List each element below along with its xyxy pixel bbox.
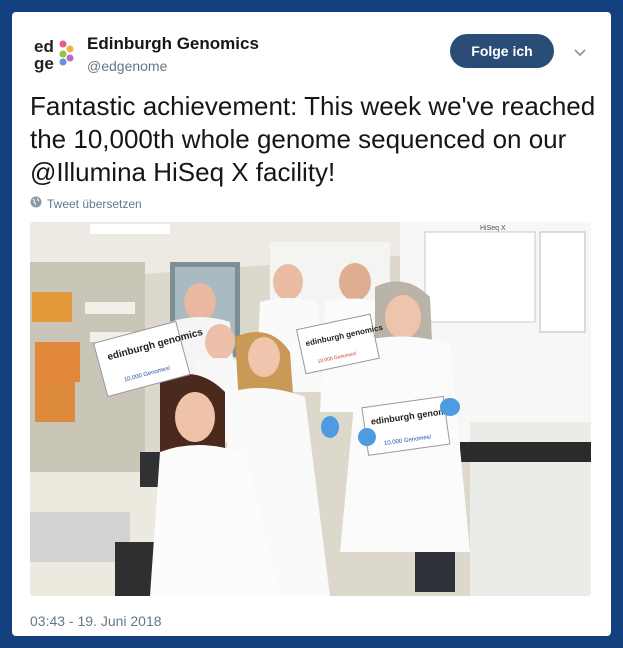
tweet-card: ed ge Edinburgh Genomics @edgenome Folge… [12, 12, 611, 636]
avatar[interactable]: ed ge [30, 32, 76, 78]
translate-label: Tweet übersetzen [47, 196, 142, 211]
tweet-timestamp[interactable]: 03:43 - 19. Juni 2018 [30, 613, 162, 629]
globe-icon [30, 196, 42, 211]
avatar-text-2: ge [34, 54, 54, 73]
follow-button[interactable]: Folge ich [450, 34, 554, 68]
tweet-text: Fantastic achievement: This week we've r… [30, 91, 596, 187]
tweet-photo[interactable]: HiSeq X edinburgh genomics 10,000 Genome… [30, 222, 591, 596]
author-handle[interactable]: @edgenome [87, 58, 167, 74]
translate-link[interactable]: Tweet übersetzen [30, 196, 142, 211]
chevron-down-icon[interactable] [572, 44, 588, 60]
machine-label: HiSeq X [480, 225, 506, 232]
author-name[interactable]: Edinburgh Genomics [87, 34, 259, 54]
